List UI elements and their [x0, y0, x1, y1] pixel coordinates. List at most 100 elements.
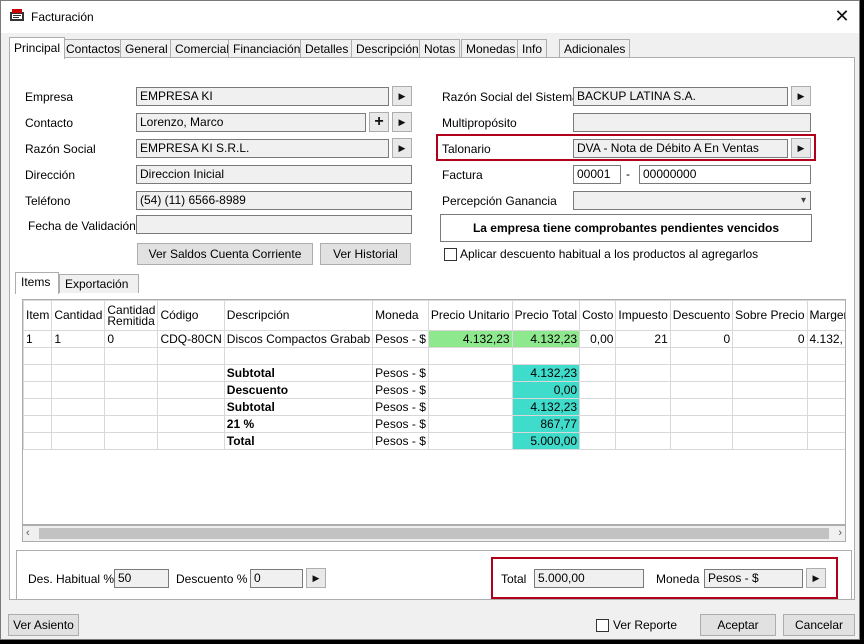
total-bottom-field[interactable]: 5.000,00 [534, 569, 644, 588]
grid-header-row: Item Cantidad Cantidad Remitida Código D… [23, 300, 845, 331]
fecha-validacion-label: Fecha de Validación [28, 219, 136, 233]
chevron-right-icon[interactable]: › [838, 526, 842, 541]
ver-saldos-button[interactable]: Ver Saldos Cuenta Corriente [137, 243, 313, 265]
talonario-label: Talonario [442, 142, 491, 156]
header-precio-unitario[interactable]: Precio Unitario [427, 300, 513, 331]
table-row: Subtotal Pesos - $ 4.132,23 [23, 364, 845, 382]
descuento-apply-button[interactable]: ▶ [306, 568, 326, 588]
cell-impuesto[interactable]: 21 [615, 330, 671, 348]
header-cantidad-remitida[interactable]: Cantidad Remitida [104, 300, 159, 331]
tab-detalles[interactable]: Detalles [300, 39, 354, 58]
header-item[interactable]: Item [23, 300, 53, 331]
cell-sobre-precio[interactable]: 0 [732, 330, 808, 348]
table-row[interactable] [23, 347, 845, 365]
razon-sistema-field[interactable]: BACKUP LATINA S.A. [573, 87, 788, 106]
grid-horizontal-scrollbar[interactable]: ‹ › [22, 525, 846, 542]
ver-historial-button[interactable]: Ver Historial [320, 243, 411, 265]
chevron-left-icon[interactable]: ‹ [26, 526, 30, 541]
tab-items[interactable]: Items [15, 272, 59, 294]
empresa-select-button[interactable]: ▶ [392, 86, 412, 106]
header-codigo[interactable]: Código [157, 300, 225, 331]
razon-social-select-button[interactable]: ▶ [392, 138, 412, 158]
tab-principal[interactable]: Principal [9, 37, 66, 59]
header-cantidad[interactable]: Cantidad [51, 300, 106, 331]
header-descuento[interactable]: Descuento [669, 300, 734, 331]
cell-cantidad-remitida[interactable]: 0 [104, 330, 159, 348]
tab-adicionales[interactable]: Adicionales [559, 39, 631, 58]
cell-margen[interactable]: 4.132, [806, 330, 845, 348]
tab-contactos[interactable]: Contactos [61, 39, 126, 58]
empresa-label: Empresa [25, 90, 74, 104]
ver-reporte-checkbox[interactable] [596, 619, 609, 632]
empresa-field[interactable]: EMPRESA KI [136, 87, 389, 106]
cell-moneda[interactable]: Pesos - $ [372, 330, 429, 348]
razon-social-field[interactable]: EMPRESA KI S.R.L. [136, 139, 389, 158]
talonario-field[interactable]: DVA - Nota de Débito A En Ventas [573, 139, 788, 158]
aceptar-button[interactable]: Aceptar [700, 614, 776, 636]
header-moneda[interactable]: Moneda [372, 300, 429, 331]
subtotal2-value: 4.132,23 [511, 398, 581, 416]
multiproposito-field[interactable] [573, 113, 811, 132]
razon-sistema-label: Razón Social del Sistema [442, 90, 579, 104]
descuento-pct-field[interactable]: 0 [250, 569, 303, 588]
talonario-select-button[interactable]: ▶ [791, 138, 811, 158]
play-icon: ▶ [398, 117, 406, 127]
table-row: Total Pesos - $ 5.000,00 [23, 432, 845, 450]
header-sobre-precio[interactable]: Sobre Precio [732, 300, 808, 331]
play-icon: ▶ [312, 573, 320, 583]
header-margen[interactable]: Margen [806, 300, 845, 331]
close-button[interactable]: ✕ [829, 5, 855, 27]
tab-exportacion[interactable]: Exportación [59, 274, 139, 293]
header-precio-total[interactable]: Precio Total [511, 300, 581, 331]
contacto-field[interactable]: Lorenzo, Marco [136, 113, 366, 132]
moneda-select-button[interactable]: ▶ [806, 568, 826, 588]
factura-numero-field[interactable]: 00000000 [639, 165, 811, 184]
cancelar-button[interactable]: Cancelar [783, 614, 855, 636]
tab-notas[interactable]: Notas [419, 39, 461, 58]
des-habitual-field[interactable]: 50 [114, 569, 169, 588]
cell-codigo[interactable]: CDQ-80CN [157, 330, 225, 348]
cell-precio-unitario[interactable]: 4.132,23 [427, 330, 513, 348]
des-habitual-label: Des. Habitual % [28, 572, 115, 586]
cell-item[interactable]: 1 [23, 330, 53, 348]
contacto-label: Contacto [25, 116, 74, 130]
razon-social-label: Razón Social [25, 142, 96, 156]
cell-descripcion[interactable]: Discos Compactos Grabab [223, 330, 374, 348]
tab-financiacion[interactable]: Financiación [228, 39, 306, 58]
direccion-field[interactable]: Direccion Inicial [136, 165, 412, 184]
descuento-value: 0,00 [511, 381, 581, 399]
telefono-field[interactable]: (54) (11) 6566-8989 [136, 191, 412, 210]
razon-sistema-select-button[interactable]: ▶ [791, 86, 811, 106]
moneda-label: Moneda [656, 572, 700, 586]
descuento-habitual-checkbox[interactable] [444, 248, 457, 261]
percepcion-ganancia-label: Percepción Ganancia [442, 194, 557, 208]
header-descripcion[interactable]: Descripción [223, 300, 374, 331]
percepcion-ganancia-select[interactable]: ▾ [573, 191, 811, 210]
subtotal2-moneda: Pesos - $ [372, 398, 429, 416]
fecha-validacion-field[interactable] [136, 215, 412, 234]
descuento-pct-label: Descuento % [176, 572, 248, 586]
table-row[interactable]: 1 1 0 CDQ-80CN Discos Compactos Grabab P… [23, 330, 845, 348]
cell-cantidad[interactable]: 1 [51, 330, 106, 348]
contacto-select-button[interactable]: ▶ [392, 112, 412, 132]
cell-precio-total[interactable]: 4.132,23 [511, 330, 581, 348]
tab-comercial[interactable]: Comercial [170, 39, 235, 58]
tab-descripcion[interactable]: Descripción [351, 39, 424, 58]
moneda-field[interactable]: Pesos - $ [704, 569, 803, 588]
title-bar: Facturación ✕ [1, 1, 859, 33]
items-table: Item Cantidad Cantidad Remitida Código D… [23, 300, 845, 450]
header-costo[interactable]: Costo [579, 300, 617, 331]
cell-costo[interactable]: 0,00 [579, 330, 617, 348]
factura-punto-venta-field[interactable]: 00001 [573, 165, 621, 184]
play-icon: ▶ [797, 91, 805, 101]
scrollbar-thumb[interactable] [39, 528, 829, 539]
factura-separator: - [626, 167, 630, 181]
tab-general[interactable]: General [120, 39, 173, 58]
tab-info[interactable]: Info [517, 39, 548, 58]
tab-monedas[interactable]: Monedas [461, 39, 521, 58]
cell-descuento[interactable]: 0 [669, 330, 734, 348]
descuento-moneda: Pesos - $ [372, 381, 429, 399]
header-impuesto[interactable]: Impuesto [615, 300, 671, 331]
add-contacto-button[interactable]: + [369, 112, 389, 132]
ver-asiento-button[interactable]: Ver Asiento [8, 614, 79, 636]
